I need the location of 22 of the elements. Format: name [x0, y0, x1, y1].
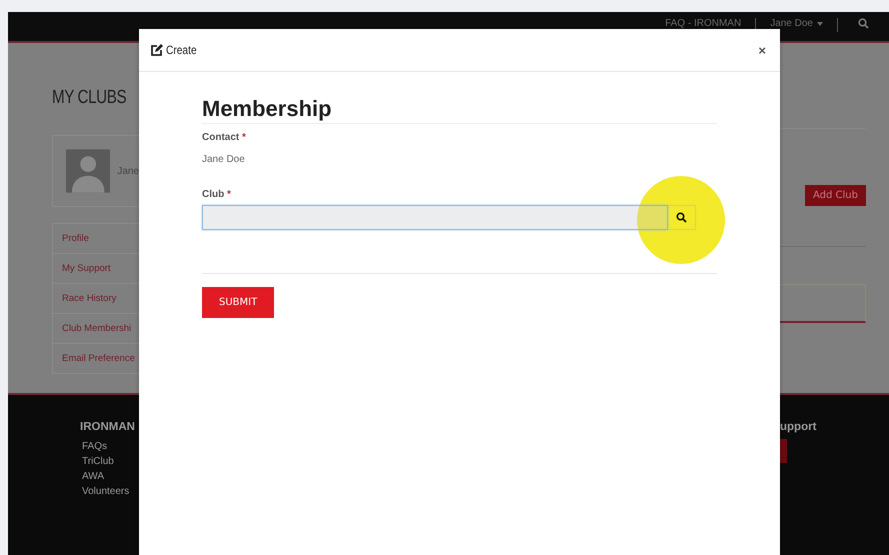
search-icon[interactable]	[858, 18, 869, 29]
footer-link[interactable]: TriClub	[80, 454, 135, 469]
footer-heading: upport	[780, 421, 818, 433]
field-label: Club *	[202, 189, 232, 200]
field-value: Jane Doe	[202, 154, 246, 165]
profile-menu-item[interactable]: Profile	[53, 224, 139, 253]
top-nav-link[interactable]: FAQ - IRONMAN	[665, 18, 742, 29]
modal-title: Create	[166, 43, 197, 57]
top-nav-link[interactable]: Jane Doe	[770, 18, 823, 29]
footer-link[interactable]: Volunteers	[80, 484, 135, 499]
footer-link[interactable]: AWA	[80, 469, 135, 484]
edit-icon	[150, 44, 163, 56]
submit-button[interactable]: SUBMIT	[202, 287, 274, 318]
close-button[interactable]: ×	[754, 42, 770, 58]
profile-name: Jane	[117, 166, 139, 176]
footer-heading: IRONMAN	[80, 421, 135, 433]
form-title: Membership	[202, 96, 717, 124]
search-icon	[676, 212, 687, 223]
field-label: Contact *	[202, 132, 247, 143]
avatar-silhouette	[66, 149, 110, 193]
add-club-button[interactable]: Add Club	[805, 185, 866, 206]
footer-link[interactable]: FAQs	[80, 439, 135, 454]
